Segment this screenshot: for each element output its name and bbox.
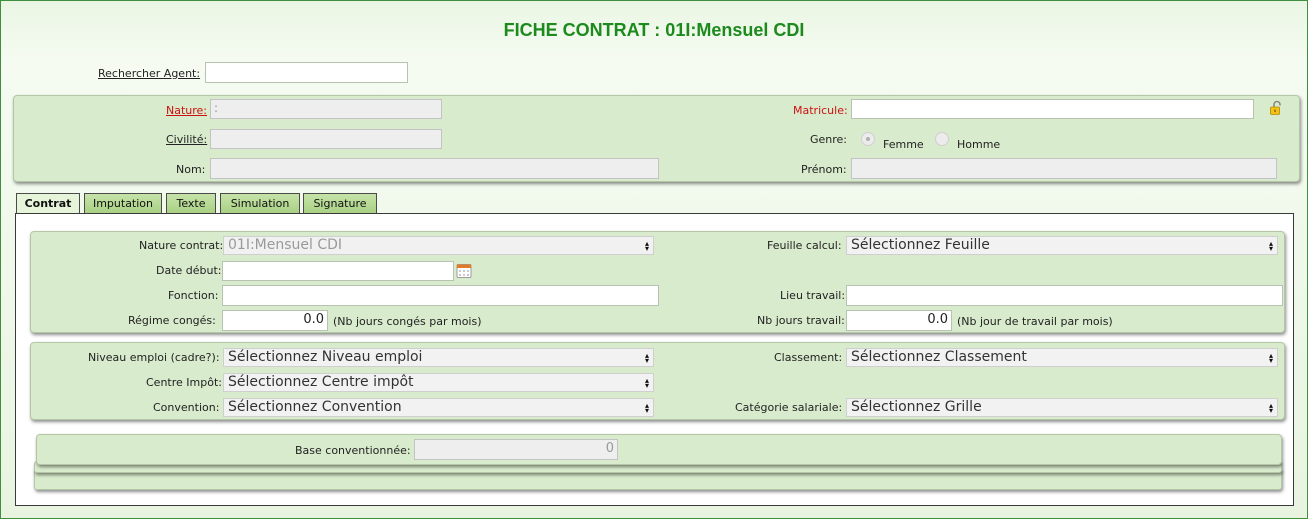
dropdown-arrow-icon: ▴ ▾	[1269, 401, 1274, 415]
dropdown-arrow-icon: ▴ ▾	[1269, 239, 1274, 253]
matricule-input[interactable]	[851, 99, 1254, 119]
niveau-emploi-label: Niveau emploi (cadre?):	[88, 351, 220, 364]
nb-jours-travail-label: Nb jours travail:	[757, 314, 845, 327]
base-panel: Base conventionnée: 0	[36, 434, 1282, 465]
date-debut-input[interactable]	[222, 261, 454, 281]
convention-select[interactable]: Sélectionnez Convention ▴ ▾	[223, 398, 654, 417]
categorie-salariale-value: Sélectionnez Grille	[851, 399, 982, 415]
tab-signature[interactable]: Signature	[303, 193, 377, 213]
nb-jours-travail-input[interactable]: 0.0	[846, 310, 952, 331]
genre-femme-radio[interactable]	[861, 132, 875, 146]
categorie-salariale-select[interactable]: Sélectionnez Grille ▴ ▾	[846, 398, 1278, 417]
nature-contrat-select: 01I:Mensuel CDI ▴ ▾	[223, 236, 654, 255]
genre-homme-label: Homme	[957, 138, 1001, 151]
page-title: FICHE CONTRAT : 01I:Mensuel CDI	[503, 20, 805, 40]
matricule-label: Matricule:	[793, 104, 848, 117]
dropdown-arrow-icon: ▴ ▾	[645, 351, 650, 365]
lieu-travail-label: Lieu travail:	[780, 289, 846, 302]
fonction-label: Fonction:	[168, 289, 219, 302]
feuille-calcul-label: Feuille calcul:	[767, 239, 842, 252]
regime-conges-label: Régime congés:	[128, 314, 216, 327]
base-conventionnee-field: 0	[414, 439, 618, 460]
nature-label: Nature:	[166, 104, 208, 117]
nature-contrat-value: 01I:Mensuel CDI	[228, 237, 343, 253]
date-debut-label: Date début:	[156, 264, 222, 277]
search-agent-input[interactable]	[205, 62, 408, 83]
centre-impot-select[interactable]: Sélectionnez Centre impôt ▴ ▾	[223, 373, 654, 392]
centre-impot-label: Centre Impôt:	[146, 376, 222, 389]
tab-simulation[interactable]: Simulation	[220, 193, 300, 213]
regime-conges-hint: (Nb jours congés par mois)	[333, 315, 482, 328]
tab-texte[interactable]: Texte	[166, 193, 216, 213]
genre-femme-label: Femme	[883, 138, 924, 151]
nom-label: Nom:	[176, 163, 206, 176]
dropdown-arrow-icon: ▴ ▾	[645, 239, 650, 253]
search-agent-label: Rechercher Agent:	[98, 67, 201, 80]
feuille-calcul-value: Sélectionnez Feuille	[851, 237, 990, 253]
calendar-icon[interactable]	[456, 263, 472, 279]
niveau-emploi-select[interactable]: Sélectionnez Niveau emploi ▴ ▾	[223, 348, 654, 367]
prenom-field	[851, 158, 1277, 179]
lieu-travail-input[interactable]	[846, 285, 1283, 306]
nature-contrat-label: Nature contrat:	[139, 239, 224, 252]
base-conventionnee-label: Base conventionnée:	[295, 444, 411, 457]
classification-panel: Niveau emploi (cadre?): Sélectionnez Niv…	[30, 342, 1285, 420]
classement-label: Classement:	[774, 351, 843, 364]
centre-impot-value: Sélectionnez Centre impôt	[228, 374, 414, 390]
agent-panel: Nature: : Civilité: Nom: Matricule: Genr…	[13, 95, 1300, 182]
dropdown-arrow-icon: ▴ ▾	[645, 376, 650, 390]
dropdown-arrow-icon: ▴ ▾	[645, 401, 650, 415]
contract-panel: Nature contrat: 01I:Mensuel CDI ▴ ▾ Date …	[30, 231, 1285, 333]
convention-label: Convention:	[153, 401, 220, 414]
genre-homme-radio[interactable]	[935, 132, 949, 146]
nb-jours-travail-hint: (Nb jour de travail par mois)	[957, 315, 1113, 328]
dropdown-arrow-icon: ▴ ▾	[1269, 351, 1274, 365]
unlock-icon[interactable]	[1268, 100, 1284, 116]
convention-value: Sélectionnez Convention	[228, 399, 402, 415]
tab-imputation[interactable]: Imputation	[84, 193, 162, 213]
contract-form-page: FICHE CONTRAT : 01I:Mensuel CDI Recherch…	[0, 0, 1308, 519]
civilite-field	[210, 129, 442, 149]
prenom-label: Prénom:	[801, 163, 847, 176]
feuille-calcul-select[interactable]: Sélectionnez Feuille ▴ ▾	[846, 236, 1278, 255]
nature-field: :	[210, 99, 442, 119]
tab-contrat[interactable]: Contrat	[16, 193, 80, 214]
classement-select[interactable]: Sélectionnez Classement ▴ ▾	[846, 348, 1278, 367]
categorie-salariale-label: Catégorie salariale:	[735, 401, 843, 414]
classement-value: Sélectionnez Classement	[851, 349, 1027, 365]
regime-conges-input[interactable]: 0.0	[222, 310, 328, 331]
tab-content-contrat: Nature contrat: 01I:Mensuel CDI ▴ ▾ Date …	[15, 213, 1294, 506]
fonction-input[interactable]	[222, 285, 659, 306]
nom-field	[210, 158, 659, 179]
civilite-label: Civilité:	[166, 133, 208, 146]
niveau-emploi-value: Sélectionnez Niveau emploi	[228, 349, 423, 365]
genre-label: Genre:	[810, 133, 848, 146]
